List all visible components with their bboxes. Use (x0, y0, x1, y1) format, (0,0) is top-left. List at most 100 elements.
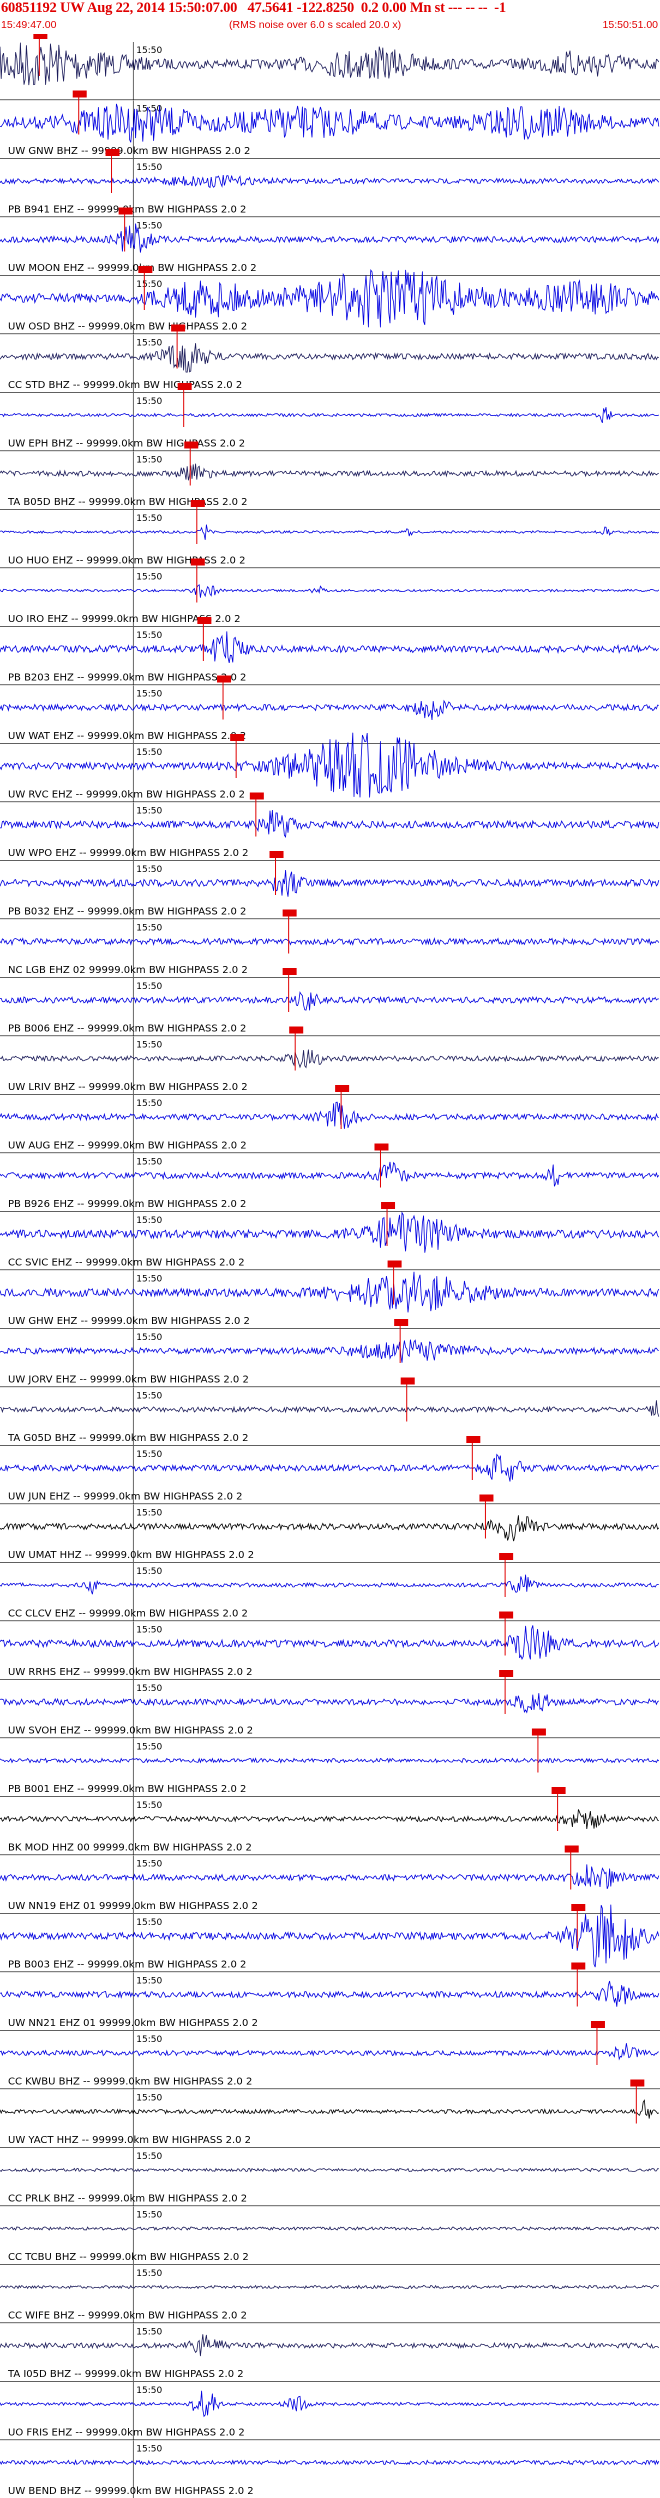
time-tick-label: 15:50 (136, 690, 162, 700)
time-tick-label: 15:50 (136, 280, 162, 290)
time-tick-label: 15:50 (136, 2035, 162, 2045)
time-tick-label: 15:50 (136, 163, 162, 173)
waveform (0, 343, 660, 373)
trace-row: 15:50 PB B032 EHZ -- 99999.0km BW HIGHPAS… (0, 851, 660, 920)
pick-marker (590, 2021, 605, 2028)
event-title: 60851192 UW Aug 22, 2014 15:50:07.00 47.… (1, 0, 506, 16)
pick-marker (499, 1670, 514, 1677)
trace-label: UW LRIV BHZ -- 99999.0km BW HIGHPASS 2.0… (8, 1082, 248, 1093)
waveform (0, 1625, 660, 1661)
trace-row: 15:50 UW BEND BHZ -- 99999.0km BW HIGHPAS… (0, 2440, 660, 2498)
time-tick-label: 15:50 (136, 1041, 162, 1051)
waveform (0, 1693, 660, 1714)
pick-marker (282, 909, 297, 917)
waveform (0, 175, 660, 189)
waveform (0, 2167, 659, 2173)
waveform (0, 1211, 660, 1253)
waveform (0, 42, 660, 86)
waveform (0, 463, 659, 481)
waveform (0, 1574, 659, 1595)
time-tick-label: 15:50 (136, 1801, 162, 1811)
trace-row: 15:50 PB B203 EHZ -- 99999.0km BW HIGHPAS… (0, 617, 660, 686)
trace-row: 15:50 UW WPO EHZ -- 99999.0km BW HIGHPASS… (0, 792, 660, 861)
time-tick-label: 15:50 (136, 1567, 162, 1577)
trace-row: 15:50 UO FRIS EHZ -- 99999.0km BW HIGHPAS… (0, 2382, 660, 2441)
pick-marker (499, 1553, 514, 1560)
trace-label: NC LGB EHZ 02 99999.0km BW HIGHPASS 2.0 … (8, 965, 248, 976)
pick-marker (387, 1260, 402, 1268)
trace-label: CC TCBU BHZ -- 99999.0km BW HIGHPASS 2.0… (8, 2252, 249, 2263)
time-tick-label: 15:50 (136, 924, 162, 934)
waveform (0, 103, 660, 143)
trace-row: 15:50 PB B006 EHZ -- 99999.0km BW HIGHPAS… (0, 968, 660, 1037)
trace-row: 15:50 UW YACT HHZ -- 99999.0km BW HIGHPAS… (0, 2079, 660, 2148)
trace-label: UW GNW BHZ -- 99999.0km BW HIGHPASS 2.0 … (8, 146, 250, 157)
pick-marker (499, 1611, 514, 1619)
waveform (0, 1864, 660, 1889)
trace-row: 15:50PB B941 EHZ -- 99999.0km BW HIGHPAS… (0, 149, 660, 218)
time-tick-label: 15:50 (136, 1158, 162, 1168)
trace-row: 15:50 UW JORV EHZ -- 99999.0km BW HIGHPAS… (0, 1319, 660, 1388)
start-time: 15:49:47.00 (1, 19, 57, 31)
trace-row: 15:50 TA I05D BHZ -- 99999.0km BW HIGHPAS… (0, 2323, 660, 2382)
rms-note: (RMS noise over 6.0 s scaled 20.0 x) (229, 19, 402, 31)
trace-row: 15:50 UW SVOH EHZ -- 99999.0km BW HIGHPAS… (0, 1670, 660, 1739)
trace-label: CC STD BHZ -- 99999.0km BW HIGHPASS 2.0 … (8, 380, 242, 391)
time-tick-label: 15:50 (136, 865, 162, 875)
pick-marker (138, 266, 153, 273)
time-tick-label: 15:50 (136, 456, 162, 466)
trace-label: PB B001 EHZ -- 99999.0km BW HIGHPASS 2.0… (8, 1784, 246, 1795)
trace-label: UW RRHS EHZ -- 99999.0km BW HIGHPASS 2.0… (8, 1667, 253, 1678)
time-tick-label: 15:50 (136, 1392, 162, 1402)
trace-label: UW EPH BHZ -- 99999.0km BW HIGHPASS 2.0 … (8, 439, 245, 450)
trace-label: UW GHW EHZ -- 99999.0km BW HIGHPASS 2.0 … (8, 1316, 250, 1327)
trace-label: CC PRLK BHZ -- 99999.0km BW HIGHPASS 2.0… (8, 2194, 247, 2205)
trace-label: PB B926 EHZ -- 99999.0km BW HIGHPASS 2.0… (8, 1199, 246, 1210)
pick-marker (171, 324, 186, 332)
time-tick-label: 15:50 (136, 514, 162, 524)
waveform (0, 2390, 659, 2418)
pick-marker (394, 1319, 409, 1326)
trace-row: 15:50 UW RRHS EHZ -- 99999.0km BW HIGHPAS… (0, 1611, 660, 1680)
pick-marker (190, 558, 205, 566)
time-tick-label: 15:50 (136, 631, 162, 641)
waveform (0, 1453, 659, 1482)
waveform (0, 1809, 659, 1830)
trace-label: TA B05D BHZ -- 99999.0km BW HIGHPASS 2.0… (7, 497, 248, 508)
time-tick-label: 15:50 (136, 2386, 162, 2396)
pick-marker (72, 90, 87, 98)
time-tick-label: 15:50 (136, 982, 162, 992)
pick-marker (551, 1787, 566, 1794)
waveform (0, 1980, 660, 2007)
trace-label: UO FRIS EHZ -- 99999.0km BW HIGHPASS 2.0… (8, 2428, 245, 2439)
trace-row: 15:50 CC KWBU BHZ -- 99999.0km BW HIGHPAS… (0, 2021, 660, 2090)
time-tick-label: 15:50 (136, 573, 162, 583)
trace-row: 15:50 CC TCBU BHZ -- 99999.0km BW HIGHPAS… (0, 2206, 660, 2265)
trace-row: 15:50 NC LGB EHZ 02 99999.0km BW HIGHPASS… (0, 909, 660, 978)
pick-marker (33, 34, 48, 39)
trace-label: UW YACT HHZ -- 99999.0km BW HIGHPASS 2.0… (8, 2135, 251, 2146)
waveform (0, 1339, 659, 1363)
time-tick-label: 15:50 (136, 2211, 162, 2221)
waveform (0, 2099, 659, 2119)
trace-row: 15:50 UW EPH BHZ -- 99999.0km BW HIGHPASS… (0, 383, 660, 452)
trace-label: PB B006 EHZ -- 99999.0km BW HIGHPASS 2.0… (8, 1024, 246, 1035)
time-tick-label: 15:50 (136, 748, 162, 758)
time-tick-label: 15:50 (136, 807, 162, 817)
trace-label: UW AUG EHZ -- 99999.0km BW HIGHPASS 2.0 … (8, 1141, 247, 1152)
time-tick-label: 15:50 (136, 105, 162, 115)
time-tick-label: 15:50 (136, 1860, 162, 1870)
trace-label: UW JUN EHZ -- 99999.0km BW HIGHPASS 2.0 … (8, 1492, 243, 1503)
waveform (0, 407, 659, 424)
pick-marker (571, 1904, 586, 1911)
trace-row: 15:50 UW GNW BHZ -- 99999.0km BW HIGHPASS… (0, 90, 660, 159)
trace-label: UW NN19 EHZ 01 99999.0km BW HIGHPASS 2.0… (8, 1901, 258, 1912)
waveform (0, 1049, 659, 1069)
waveform (0, 869, 660, 897)
trace-row: 15:50 CC SVIC EHZ -- 99999.0km BW HIGHPAS… (0, 1202, 660, 1271)
waveform (0, 2284, 660, 2290)
time-tick-label: 15:50 (136, 2328, 162, 2338)
trace-label: PB B203 EHZ -- 99999.0km BW HIGHPASS 2.0… (8, 673, 246, 684)
pick-marker (105, 149, 120, 156)
waveform (0, 2334, 660, 2357)
